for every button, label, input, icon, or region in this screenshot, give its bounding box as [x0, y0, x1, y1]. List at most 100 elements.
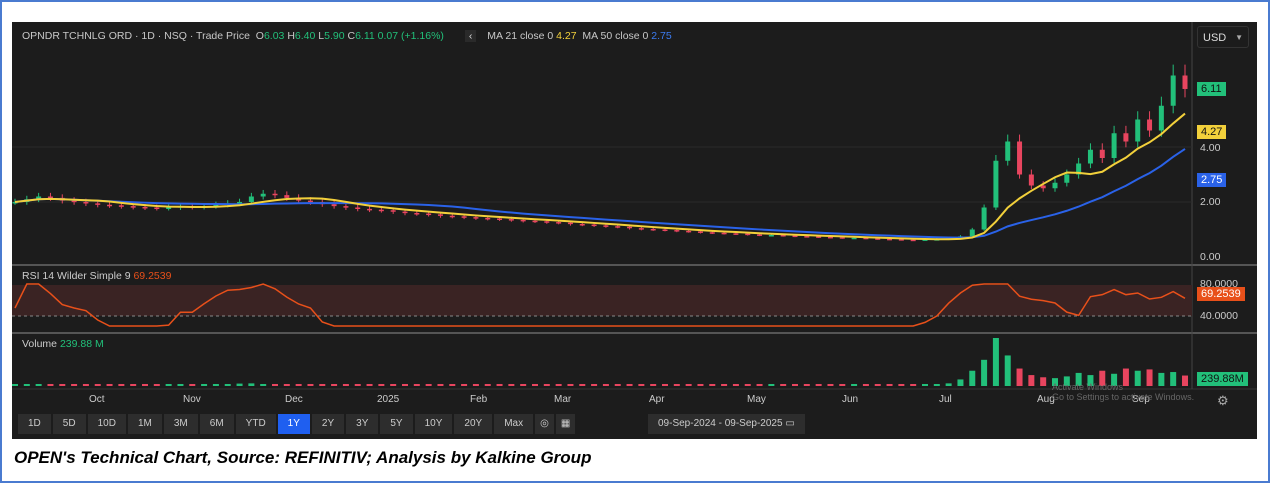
timeframe-button-2y[interactable]: 2Y — [311, 414, 345, 434]
date-range-picker[interactable]: 09-Sep-2024 - 09-Sep-2025 ▭ — [648, 414, 805, 434]
rsi-tag: 69.2539 — [1197, 287, 1245, 301]
timeframe-button-max[interactable]: Max — [494, 414, 534, 434]
candle — [768, 235, 774, 237]
volume-bar — [721, 384, 728, 386]
last-price-tag: 6.11 — [1197, 82, 1226, 96]
volume-bar — [189, 384, 196, 386]
volume-bar — [331, 384, 338, 386]
ma50-label: MA 50 close 0 — [582, 30, 649, 42]
volume-bar — [283, 384, 290, 386]
candle — [1135, 119, 1141, 142]
volume-value: 239.88 M — [59, 338, 104, 350]
candle — [638, 228, 644, 230]
volume-bar — [969, 370, 976, 386]
volume-bar — [981, 359, 988, 386]
candle — [390, 210, 396, 212]
candle — [650, 228, 656, 231]
compare-icon[interactable]: ▦ — [555, 414, 576, 434]
candle — [1182, 75, 1188, 89]
candle — [378, 209, 384, 212]
close-label: C — [347, 30, 356, 42]
price-tick-2: 2.00 — [1200, 196, 1221, 208]
currency-select[interactable]: USD ▼ — [1197, 26, 1249, 48]
candle — [1099, 149, 1105, 158]
timeframe-button-6m[interactable]: 6M — [199, 414, 234, 434]
volume-bar — [673, 384, 680, 386]
candle — [615, 226, 621, 228]
volume-tag: 239.88M — [1197, 372, 1248, 386]
volume-bar — [82, 384, 89, 386]
volume-bar — [744, 384, 751, 386]
timeframe-button-3m[interactable]: 3M — [163, 414, 198, 434]
candle — [355, 207, 361, 209]
candle — [1028, 174, 1034, 186]
timeframe-button-10y[interactable]: 10Y — [414, 414, 453, 434]
candle — [674, 230, 680, 232]
chart-settings-icon[interactable]: ◎ — [535, 414, 554, 434]
high-label: H — [287, 30, 295, 42]
timeframe-button-5y[interactable]: 5Y — [380, 414, 413, 434]
chart-canvas[interactable] — [12, 22, 1257, 439]
volume-bar — [106, 384, 113, 386]
candle — [508, 219, 514, 221]
candle — [887, 238, 893, 241]
volume-bar — [272, 384, 278, 386]
volume-bar — [71, 384, 78, 386]
candle — [449, 215, 455, 218]
candle — [414, 213, 420, 215]
volume-bar — [532, 384, 538, 386]
volume-bar — [153, 384, 160, 386]
volume-bar — [992, 338, 999, 386]
month-tick-label: May — [747, 394, 766, 405]
figure-caption: OPEN's Technical Chart, Source: REFINITI… — [14, 448, 592, 467]
timeframe-button-1d[interactable]: 1D — [18, 414, 51, 434]
volume-bar — [1004, 355, 1011, 386]
candle — [1123, 133, 1129, 142]
timeframe-button-5d[interactable]: 5D — [52, 414, 86, 434]
candle — [402, 211, 408, 214]
candle — [272, 193, 278, 196]
timeframe-button-3y[interactable]: 3Y — [346, 414, 379, 434]
rsi-band — [12, 285, 1192, 316]
timeframe-button-1y[interactable]: 1Y — [277, 414, 310, 434]
volume-bar — [650, 384, 657, 386]
candle — [118, 205, 124, 207]
rsi-legend: RSI 14 Wilder Simple 9 69.2539 — [22, 270, 171, 282]
volume-bar — [614, 384, 621, 386]
candle — [248, 196, 254, 202]
volume-bar — [768, 384, 775, 386]
volume-bar — [402, 384, 408, 386]
month-tick-label: Jul — [939, 394, 952, 405]
volume-bar — [118, 384, 125, 386]
timeframe-button-20y[interactable]: 20Y — [454, 414, 493, 434]
month-tick-label: Mar — [554, 394, 572, 405]
volume-bar — [898, 384, 905, 386]
candle — [1111, 133, 1117, 158]
candle — [757, 234, 763, 236]
timeframe-button-ytd[interactable]: YTD — [235, 414, 276, 434]
collapse-legend-chevron-icon[interactable]: ‹ — [464, 30, 477, 42]
candle — [556, 222, 562, 224]
volume-bar — [1040, 377, 1047, 386]
volume-bar — [626, 384, 633, 386]
candle — [461, 216, 467, 218]
watermark: Activate Windows Go to Settings to activ… — [1052, 382, 1195, 402]
volume-bar — [236, 383, 243, 386]
timeframe-button-10d[interactable]: 10D — [87, 414, 126, 434]
calendar-icon: ▭ — [785, 418, 795, 429]
date-to: 09-Sep-2025 — [724, 418, 783, 429]
settings-gear-icon[interactable]: ⚙ — [1217, 393, 1229, 409]
volume-bar — [922, 384, 928, 386]
candle — [1005, 141, 1011, 161]
chevron-down-icon: ▼ — [1235, 33, 1243, 42]
volume-bar — [378, 384, 385, 386]
volume-bar — [756, 384, 763, 386]
high-value: 6.40 — [294, 30, 316, 42]
month-tick-label: Oct — [89, 394, 105, 405]
volume-bar — [662, 384, 668, 386]
candle — [497, 218, 503, 220]
candle — [981, 207, 987, 230]
volume-bar — [248, 383, 255, 386]
timeframe-button-1m[interactable]: 1M — [127, 414, 162, 434]
volume-bar — [520, 384, 527, 386]
